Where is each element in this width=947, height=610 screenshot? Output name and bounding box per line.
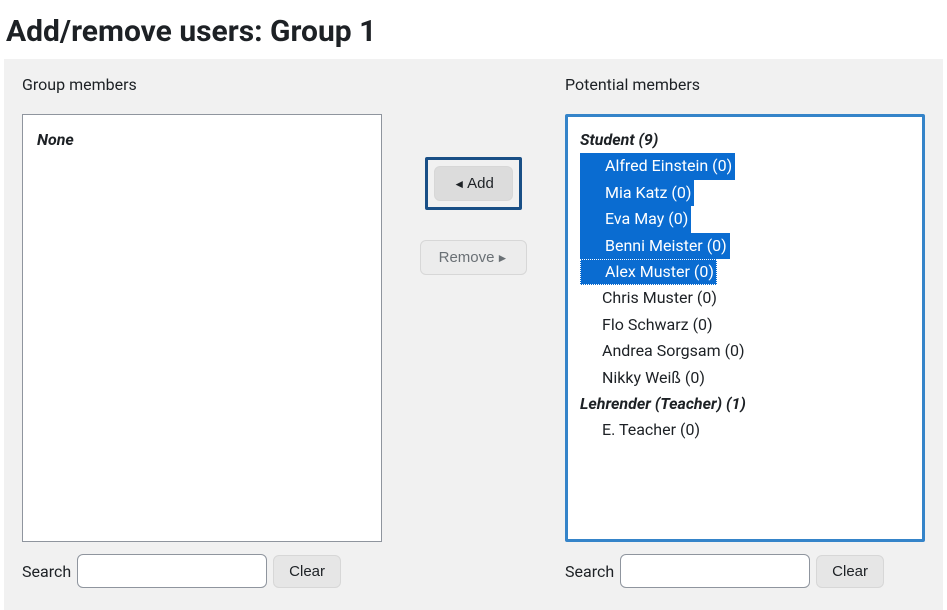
list-item[interactable]: Alex Muster (0) bbox=[580, 259, 914, 285]
potential-members-column: Potential members Student (9)Alfred Eins… bbox=[565, 75, 925, 588]
add-button-focus-ring: ◄ Add bbox=[425, 157, 522, 210]
potential-members-clear-button[interactable]: Clear bbox=[816, 555, 884, 588]
potential-members-header: Potential members bbox=[565, 75, 925, 94]
list-item[interactable]: Alfred Einstein (0) bbox=[580, 153, 914, 179]
list-item[interactable]: Andrea Sorgsam (0) bbox=[580, 338, 914, 364]
remove-button[interactable]: Remove ► bbox=[420, 240, 528, 275]
remove-button-label: Remove bbox=[439, 249, 495, 266]
arrow-left-icon: ◄ bbox=[453, 177, 465, 191]
add-button-label: Add bbox=[467, 175, 494, 192]
group-members-search-row: Search Clear bbox=[22, 554, 382, 588]
list-item[interactable]: Benni Meister (0) bbox=[580, 233, 914, 259]
list-item[interactable]: Flo Schwarz (0) bbox=[580, 312, 914, 338]
group-members-header: Group members bbox=[22, 75, 382, 94]
potential-members-search-row: Search Clear bbox=[565, 554, 925, 588]
list-item[interactable]: Eva May (0) bbox=[580, 206, 914, 232]
list-item[interactable]: Mia Katz (0) bbox=[580, 180, 914, 206]
list-item[interactable]: Chris Muster (0) bbox=[580, 285, 914, 311]
group-members-search-input[interactable] bbox=[77, 554, 267, 588]
potential-members-search-input[interactable] bbox=[620, 554, 810, 588]
group-members-column: Group members None Search Clear bbox=[22, 75, 382, 588]
potential-members-search-label: Search bbox=[565, 562, 614, 581]
group-members-clear-button[interactable]: Clear bbox=[273, 555, 341, 588]
center-controls: ◄ Add Remove ► bbox=[382, 75, 565, 588]
potential-members-listbox[interactable]: Student (9)Alfred Einstein (0)Mia Katz (… bbox=[565, 114, 925, 542]
group-members-listbox[interactable]: None bbox=[22, 114, 382, 542]
optgroup-label: Lehrender (Teacher) (1) bbox=[580, 391, 914, 417]
list-item[interactable]: Nikky Weiß (0) bbox=[580, 365, 914, 391]
list-item[interactable]: E. Teacher (0) bbox=[580, 417, 914, 443]
page-title: Add/remove users: Group 1 bbox=[6, 14, 947, 49]
optgroup-label: Student (9) bbox=[580, 127, 914, 153]
add-button[interactable]: ◄ Add bbox=[434, 166, 513, 201]
group-members-search-label: Search bbox=[22, 562, 71, 581]
arrow-right-icon: ► bbox=[496, 251, 508, 265]
group-members-none: None bbox=[37, 127, 371, 153]
group-panel: Group members None Search Clear ◄ Add Re… bbox=[4, 59, 943, 610]
